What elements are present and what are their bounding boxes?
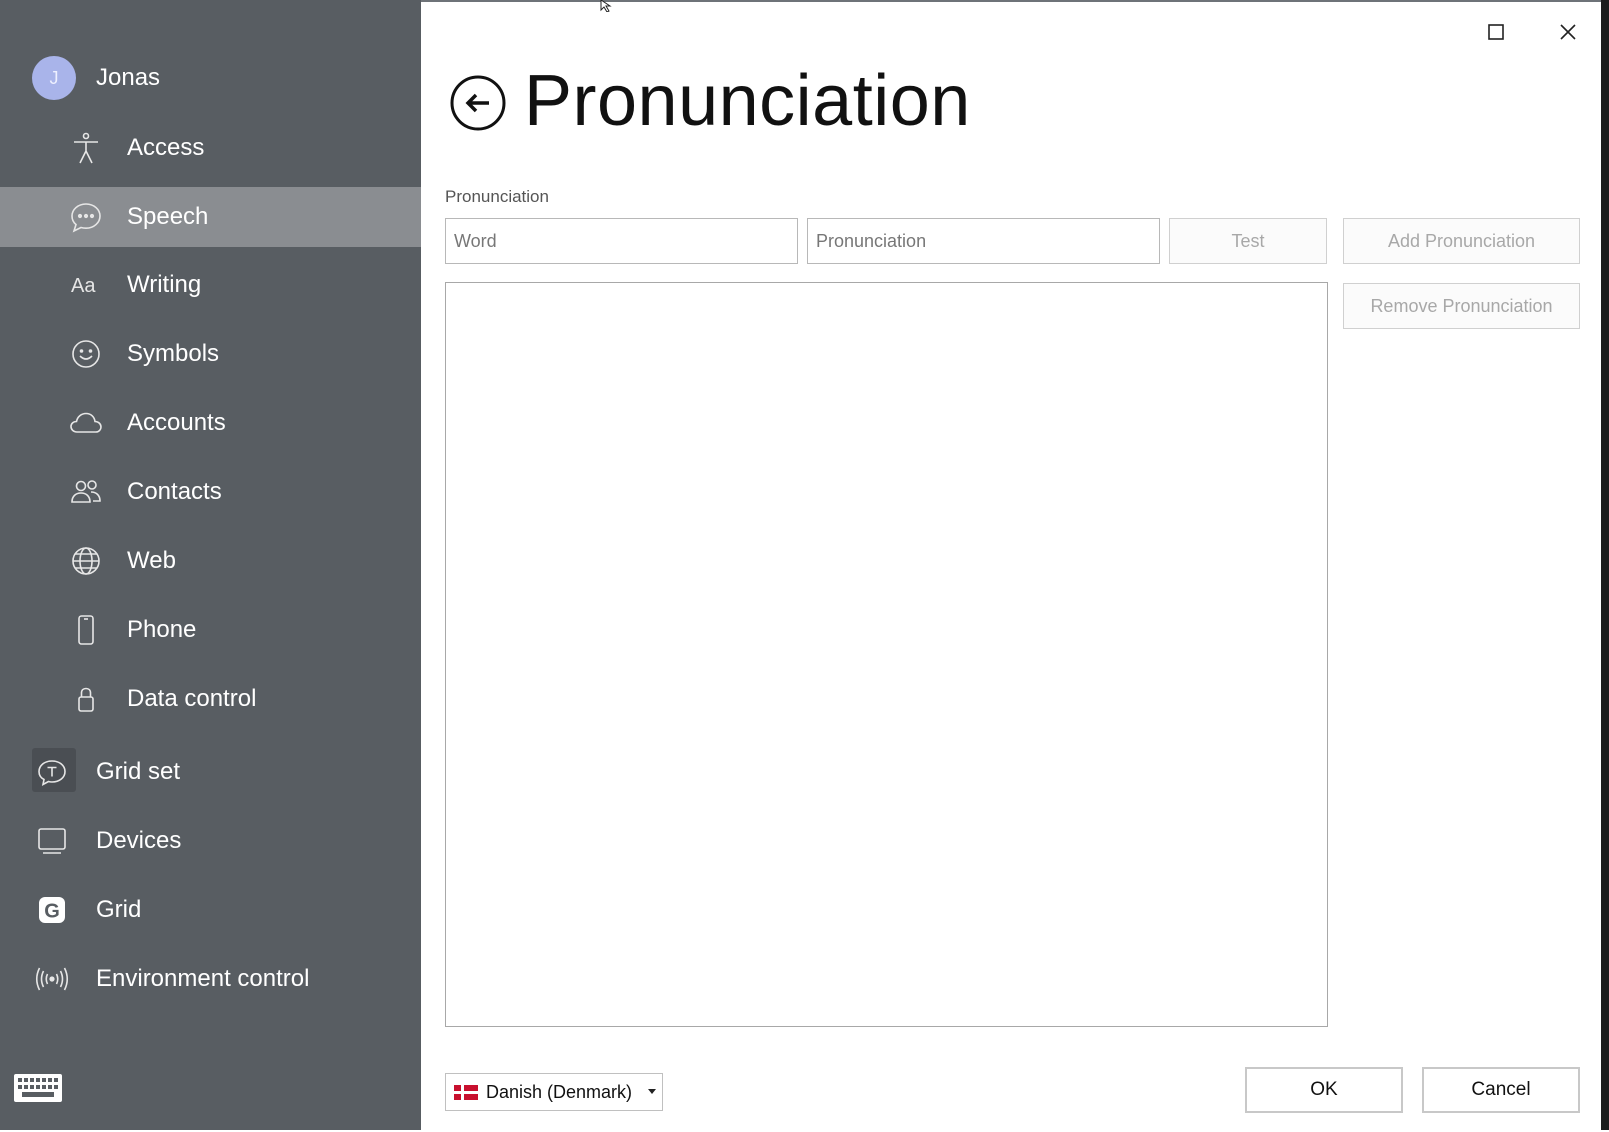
sidebar: J Jonas Access Speech Aa Writing Symbols… — [0, 0, 421, 1130]
main-panel: Pronunciation Pronunciation Test Add Pro… — [421, 0, 1601, 1132]
section-label: Pronunciation — [445, 187, 549, 206]
text-aa-icon: Aa — [68, 267, 104, 303]
sidebar-item-environment-control[interactable]: Environment control — [0, 949, 421, 1009]
remove-pronunciation-button[interactable]: Remove Pronunciation — [1343, 283, 1580, 329]
sidebar-item-label: Grid — [96, 896, 142, 923]
sidebar-item-label: Speech — [127, 203, 209, 230]
phone-icon — [68, 612, 104, 648]
avatar: J — [32, 56, 76, 100]
sidebar-item-label: Phone — [127, 616, 197, 643]
sidebar-item-access[interactable]: Access — [0, 118, 421, 178]
sidebar-item-symbols[interactable]: Symbols — [0, 324, 421, 384]
sidebar-item-devices[interactable]: Devices — [0, 811, 421, 871]
grid-logo-icon: G — [34, 892, 70, 928]
denmark-flag-icon — [454, 1085, 478, 1100]
sidebar-item-accounts[interactable]: Accounts — [0, 393, 421, 453]
sidebar-item-label: Grid set — [96, 758, 181, 785]
globe-icon — [68, 543, 104, 579]
sidebar-item-web[interactable]: Web — [0, 531, 421, 591]
mouse-cursor-icon — [600, 0, 612, 12]
sidebar-item-grid-set[interactable]: Grid set — [0, 742, 421, 802]
broadcast-icon — [34, 961, 70, 997]
sidebar-item-label: Web — [127, 547, 176, 574]
chevron-down-icon — [648, 1089, 656, 1094]
sidebar-item-data-control[interactable]: Data control — [0, 669, 421, 729]
sidebar-item-label: Data control — [127, 685, 257, 712]
maximize-icon[interactable] — [1478, 14, 1514, 50]
test-button[interactable]: Test — [1169, 218, 1327, 264]
pronunciation-list[interactable] — [445, 282, 1328, 1027]
user-name: Jonas — [96, 64, 161, 91]
sidebar-item-label: Accounts — [127, 409, 226, 436]
sidebar-item-contacts[interactable]: Contacts — [0, 462, 421, 522]
sidebar-item-label: Contacts — [127, 478, 222, 505]
pronunciation-input[interactable] — [807, 218, 1160, 264]
lock-icon — [68, 681, 104, 717]
cancel-button[interactable]: Cancel — [1422, 1067, 1580, 1113]
sidebar-item-label: Writing — [127, 271, 202, 298]
sidebar-item-writing[interactable]: Aa Writing — [0, 255, 421, 315]
svg-text:Aa: Aa — [71, 275, 96, 297]
svg-text:G: G — [44, 901, 60, 923]
close-icon[interactable] — [1550, 14, 1586, 50]
ok-button[interactable]: OK — [1245, 1067, 1403, 1113]
sidebar-item-label: Access — [127, 134, 205, 161]
page-title: Pronunciation — [524, 61, 971, 141]
sidebar-item-label: Environment control — [96, 965, 310, 992]
sidebar-item-phone[interactable]: Phone — [0, 600, 421, 660]
sidebar-item-label: Symbols — [127, 340, 220, 367]
speech-bubble-icon — [68, 199, 104, 235]
back-arrow-icon[interactable] — [449, 74, 507, 132]
add-pronunciation-button[interactable]: Add Pronunciation — [1343, 218, 1580, 264]
accessibility-icon — [68, 130, 104, 166]
sidebar-item-label: Devices — [96, 827, 182, 854]
gridset-icon — [34, 754, 70, 790]
language-select[interactable]: Danish (Denmark) — [445, 1073, 663, 1111]
keyboard-icon[interactable] — [12, 1070, 64, 1106]
user-profile[interactable]: J Jonas — [0, 50, 421, 106]
window-edge — [1601, 0, 1609, 1130]
cloud-icon — [68, 405, 104, 441]
people-icon — [68, 474, 104, 510]
language-label: Danish (Denmark) — [486, 1082, 633, 1102]
monitor-icon — [34, 823, 70, 859]
sidebar-item-speech[interactable]: Speech — [0, 187, 421, 247]
sidebar-item-grid[interactable]: G Grid — [0, 880, 421, 940]
smiley-icon — [68, 336, 104, 372]
word-input[interactable] — [445, 218, 798, 264]
